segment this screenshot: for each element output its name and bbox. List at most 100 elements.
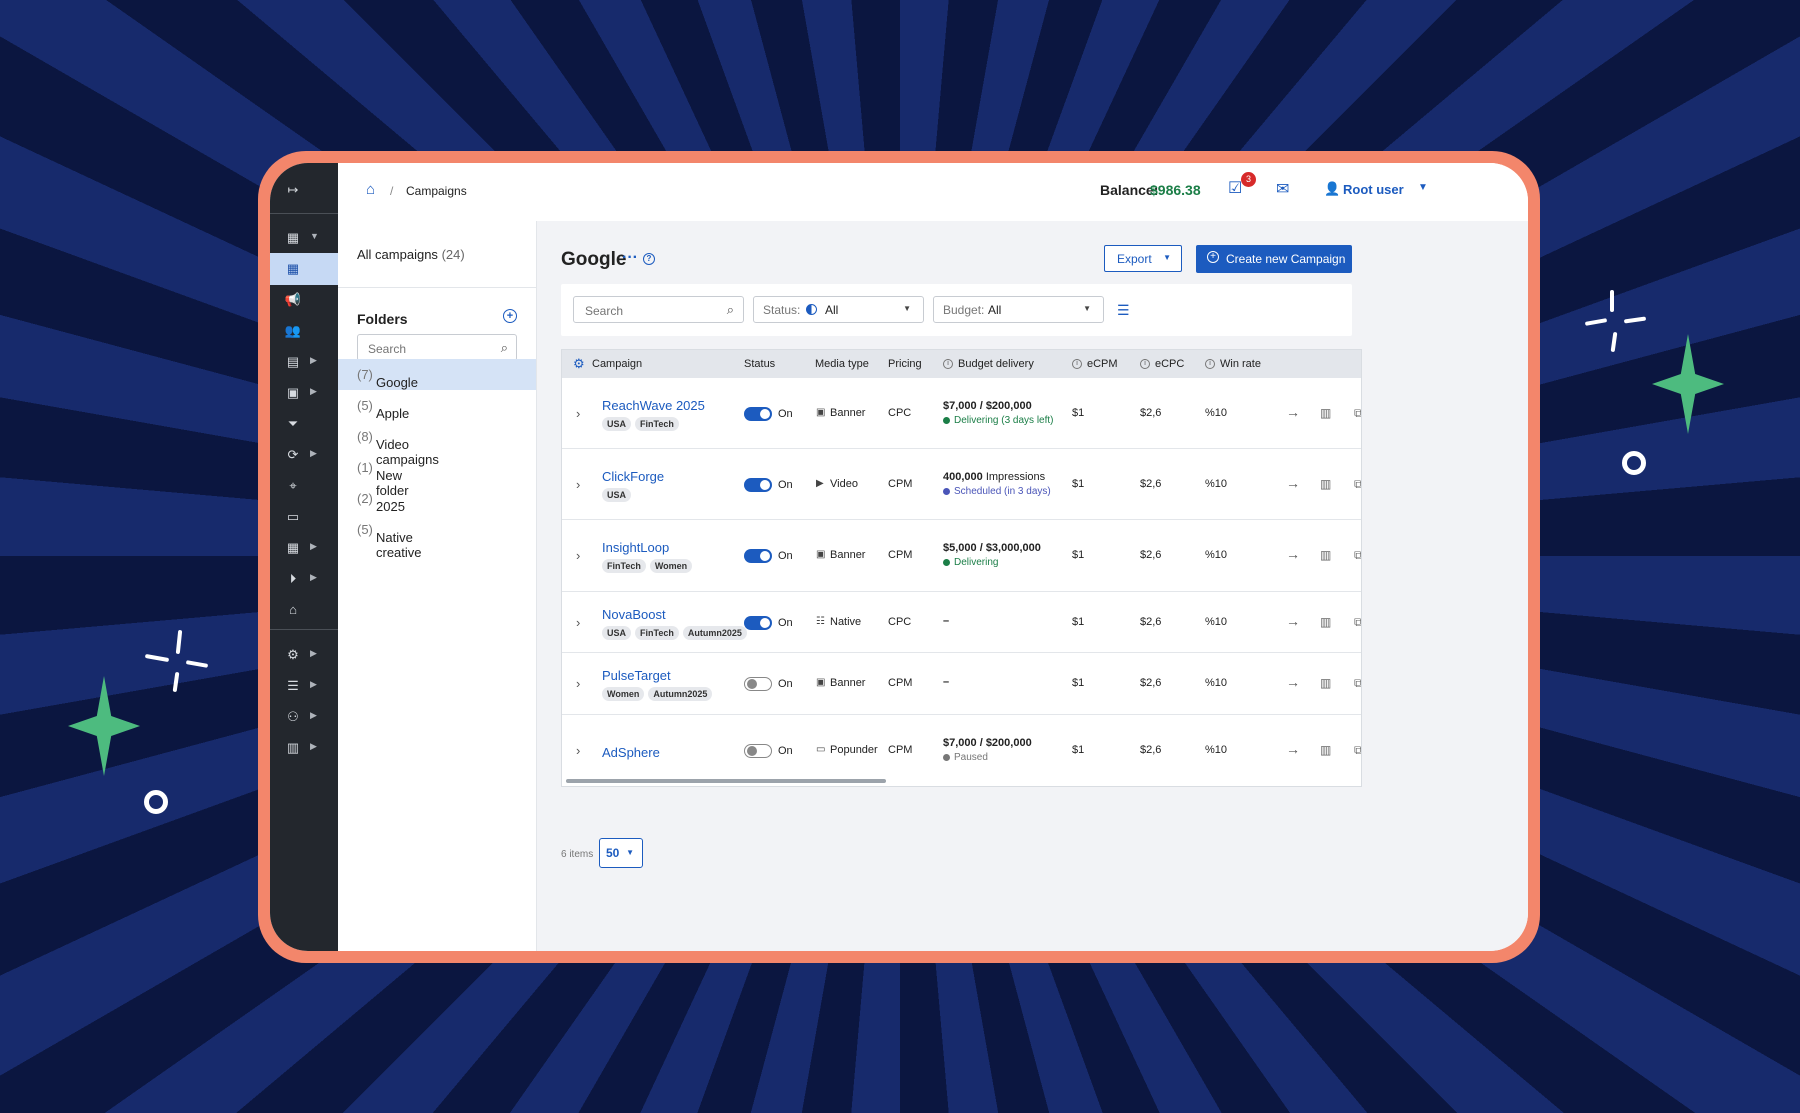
stats-icon[interactable]: ▥: [1320, 477, 1331, 491]
folder-item[interactable]: 2025 (2): [338, 483, 536, 514]
create-campaign-button[interactable]: + Create new Campaign: [1196, 245, 1352, 273]
stats-icon[interactable]: ▥: [1320, 406, 1331, 420]
status-toggle[interactable]: [744, 549, 772, 563]
sidebar-item-sync[interactable]: ⟳ ▶: [270, 439, 338, 471]
status-toggle[interactable]: [744, 616, 772, 630]
export-button[interactable]: Export ▼: [1104, 245, 1182, 272]
stats-icon[interactable]: ▥: [1320, 548, 1331, 562]
status-filter-select[interactable]: Status: All ▼: [753, 296, 924, 323]
more-options-icon[interactable]: ···: [622, 249, 638, 267]
expand-row-icon[interactable]: ›: [576, 676, 580, 691]
campaigns-table: ⚙ Campaign Status Media type Pricing i Bu…: [561, 349, 1362, 787]
campaign-search-input[interactable]: [583, 303, 707, 319]
arrow-right-icon[interactable]: →: [1286, 674, 1300, 690]
campaign-name-link[interactable]: PulseTarget: [602, 668, 671, 683]
expand-row-icon[interactable]: ›: [576, 406, 580, 421]
copy-icon[interactable]: ⧉: [1354, 406, 1361, 421]
help-icon[interactable]: ?: [643, 253, 655, 265]
column-header-pricing[interactable]: Pricing: [888, 358, 922, 370]
caret-right-icon: ▶: [310, 541, 317, 551]
sidebar-item-dashboard-menu[interactable]: ▦ ▼: [270, 222, 338, 254]
sidebar-item-filters[interactable]: ⏷: [270, 408, 338, 440]
stats-icon[interactable]: ▥: [1320, 615, 1331, 629]
sidebar-item-reports[interactable]: ▤ ▶: [270, 346, 338, 378]
column-header-ecpc[interactable]: i eCPC: [1140, 358, 1184, 370]
folder-label: Apple: [376, 406, 410, 421]
user-icon[interactable]: 👤: [1324, 181, 1340, 197]
sidebar-item-creatives[interactable]: ▣ ▶: [270, 377, 338, 409]
mail-icon[interactable]: ✉: [1276, 179, 1289, 199]
copy-icon[interactable]: ⧉: [1354, 676, 1361, 691]
arrow-right-icon[interactable]: →: [1286, 404, 1300, 420]
campaign-name-link[interactable]: InsightLoop: [602, 540, 669, 555]
copy-icon[interactable]: ⧉: [1354, 477, 1361, 492]
folder-item[interactable]: Video campaigns (8): [338, 421, 536, 467]
video-icon: ▶: [816, 478, 824, 489]
notification-badge: 3: [1241, 172, 1256, 187]
copy-icon[interactable]: ⧉: [1354, 548, 1361, 563]
folder-item[interactable]: Apple (5): [338, 390, 536, 421]
campaign-name-link[interactable]: NovaBoost: [602, 607, 666, 622]
arrow-right-icon[interactable]: →: [1286, 475, 1300, 491]
folder-label: Google: [376, 375, 418, 390]
sidebar-item-calendar[interactable]: ▦ ▶: [270, 532, 338, 564]
arrow-right-icon[interactable]: →: [1286, 741, 1300, 757]
tag-icon: ⌂: [289, 602, 297, 617]
expand-row-icon[interactable]: ›: [576, 615, 580, 630]
status-toggle[interactable]: [744, 744, 772, 758]
status-label: On: [778, 550, 793, 562]
ecpm-value: $1: [1072, 407, 1085, 419]
expand-row-icon[interactable]: ›: [576, 477, 580, 492]
column-header-status[interactable]: Status: [744, 358, 775, 370]
home-icon[interactable]: ⌂: [366, 181, 375, 198]
folder-item[interactable]: Google (7): [338, 359, 536, 390]
budget-filter-select[interactable]: Budget: All ▼: [933, 296, 1104, 323]
folder-item[interactable]: Native creative (5): [338, 514, 536, 560]
advanced-filter-icon[interactable]: ☰: [1117, 302, 1130, 319]
folder-item[interactable]: New folder (1): [338, 452, 536, 498]
campaign-name-link[interactable]: ClickForge: [602, 469, 664, 484]
expand-row-icon[interactable]: ›: [576, 548, 580, 563]
stats-icon[interactable]: ▥: [1320, 743, 1331, 757]
add-folder-icon[interactable]: +: [503, 309, 517, 323]
sidebar-item-locations[interactable]: ⌖: [270, 470, 338, 502]
column-header-campaign[interactable]: Campaign: [592, 358, 642, 370]
sidebar-item-payments[interactable]: ▥ ▶: [270, 732, 338, 764]
horizontal-scrollbar[interactable]: [566, 779, 886, 783]
sidebar-item-settings[interactable]: ⚙ ▶: [270, 639, 338, 671]
sidebar-item-audiences[interactable]: 👥: [270, 315, 338, 347]
sidebar-item-tags[interactable]: ⌂: [270, 594, 338, 626]
play-circle-icon: ⏵: [289, 571, 297, 586]
column-header-ecpm[interactable]: i eCPM: [1072, 358, 1118, 370]
gear-icon[interactable]: ⚙: [573, 356, 585, 372]
sidebar-item-billing[interactable]: ▭: [270, 501, 338, 533]
stats-icon[interactable]: ▥: [1320, 676, 1331, 690]
column-header-budget-delivery[interactable]: i Budget delivery: [943, 358, 1034, 370]
sidebar-item-dashboard[interactable]: ▦: [270, 253, 338, 285]
arrow-right-icon[interactable]: →: [1286, 546, 1300, 562]
sidebar-item-users[interactable]: ⚇ ▶: [270, 701, 338, 733]
column-header-media-type[interactable]: Media type: [815, 358, 869, 370]
folder-search-input[interactable]: [366, 341, 490, 357]
copy-icon[interactable]: ⧉: [1354, 743, 1361, 758]
status-toggle[interactable]: [744, 407, 772, 421]
status-dot: [943, 558, 950, 566]
sidebar-item-search-logs[interactable]: ☰ ▶: [270, 670, 338, 702]
table-row: › PulseTarget Women Autumn2025 On ▣ Banner CPM –…: [562, 652, 1361, 715]
status-toggle[interactable]: [744, 478, 772, 492]
sidebar-item-media[interactable]: ⏵ ▶: [270, 563, 338, 595]
sidebar-item-campaigns[interactable]: 📢: [270, 284, 338, 316]
collapse-sidebar-button[interactable]: ↦: [270, 174, 338, 206]
campaign-name-link[interactable]: AdSphere: [602, 745, 660, 760]
status-toggle[interactable]: [744, 677, 772, 691]
arrow-right-icon[interactable]: →: [1286, 613, 1300, 629]
caret-down-icon[interactable]: ▼: [1418, 182, 1428, 193]
page-size-select[interactable]: 50 ▼: [599, 838, 643, 868]
copy-icon[interactable]: ⧉: [1354, 615, 1361, 630]
expand-row-icon[interactable]: ›: [576, 743, 580, 758]
win-rate-value: %10: [1205, 478, 1228, 490]
user-menu[interactable]: Root user: [1343, 182, 1404, 197]
all-campaigns-link[interactable]: All campaigns (24): [357, 247, 465, 262]
campaign-name-link[interactable]: ReachWave 2025: [602, 398, 705, 413]
column-header-win-rate[interactable]: i Win rate: [1205, 358, 1261, 370]
